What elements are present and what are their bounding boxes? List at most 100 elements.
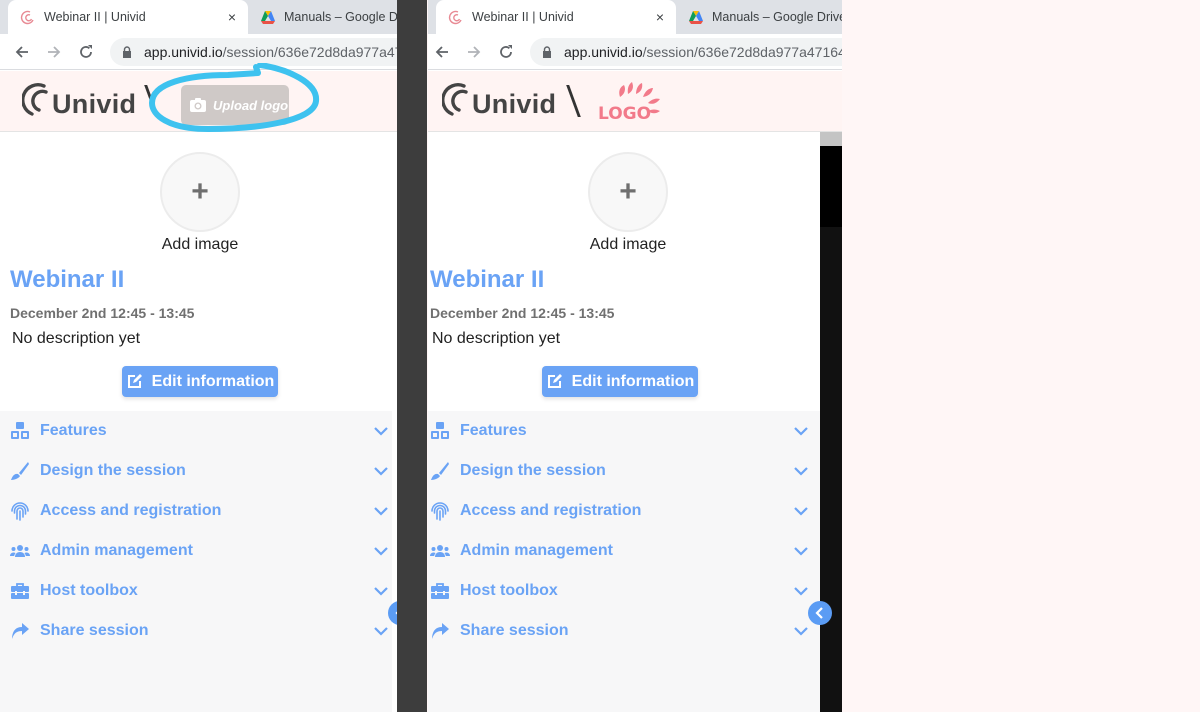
panel-before: Webinar II | Univid × Manuals – Google D…	[0, 0, 398, 712]
section-label: Access and registration	[460, 502, 642, 519]
reload-button[interactable]	[496, 42, 516, 62]
edit-icon	[127, 374, 142, 388]
chevron-down-icon[interactable]	[374, 546, 388, 556]
chevron-down-icon[interactable]	[794, 586, 808, 596]
chevron-down-icon[interactable]	[794, 546, 808, 556]
upload-logo-label: Upload logo	[213, 97, 289, 113]
brand-name: Univid	[52, 89, 137, 119]
chevron-down-icon[interactable]	[794, 506, 808, 516]
arrow-left-icon	[435, 46, 448, 58]
address-bar[interactable]: app.univid.io/session/636e72d8da977a47	[110, 38, 398, 66]
chevron-down-icon[interactable]	[794, 426, 808, 436]
custom-lotus-logo[interactable]: LOGO	[598, 79, 680, 123]
users-icon	[429, 540, 451, 562]
reload-icon	[80, 45, 92, 58]
share-icon	[9, 620, 31, 642]
back-button[interactable]	[432, 42, 452, 62]
section-features[interactable]: Features	[0, 411, 392, 451]
section-label: Design the session	[460, 462, 606, 479]
section-design[interactable]: Design the session	[428, 451, 820, 491]
edit-information-label: Edit information	[151, 372, 275, 390]
section-access[interactable]: Access and registration	[428, 491, 820, 531]
url-host: app.univid.io	[144, 44, 223, 60]
upload-logo-button[interactable]: Upload logo	[181, 85, 289, 125]
google-drive-icon	[689, 11, 703, 24]
tab-webinar[interactable]: Webinar II | Univid ×	[436, 0, 676, 34]
reload-button[interactable]	[76, 42, 96, 62]
arrow-right-icon	[48, 46, 61, 58]
section-share[interactable]: Share session	[428, 611, 820, 651]
section-label: Access and registration	[40, 502, 222, 519]
tab-google-drive[interactable]: Manuals – Google Drive	[680, 0, 842, 34]
paintbrush-icon	[9, 460, 31, 482]
session-date: December 2nd 12:45 - 13:45	[430, 305, 615, 321]
panel-divider	[397, 0, 427, 712]
collapse-sidebar-button[interactable]	[808, 601, 832, 625]
section-admin[interactable]: Admin management	[0, 531, 392, 571]
close-tab-icon[interactable]: ×	[228, 9, 236, 25]
session-sidebar: + Add image Webinar II December 2nd 12:4…	[428, 132, 820, 712]
app-header: Univid Upload logo	[0, 63, 398, 132]
session-title: Webinar II	[430, 266, 545, 293]
section-label: Features	[40, 422, 107, 439]
session-description: No description yet	[12, 330, 141, 347]
chevron-down-icon[interactable]	[374, 586, 388, 596]
chevron-down-icon[interactable]	[374, 466, 388, 476]
main-stage-preview	[820, 132, 842, 712]
section-share[interactable]: Share session	[0, 611, 392, 651]
chevron-down-icon[interactable]	[794, 626, 808, 636]
section-host-toolbox[interactable]: Host toolbox	[428, 571, 820, 611]
chevron-left-icon	[815, 607, 823, 619]
univid-logo[interactable]: Univid	[22, 80, 136, 120]
section-host-toolbox[interactable]: Host toolbox	[0, 571, 392, 611]
google-drive-icon	[261, 11, 275, 24]
add-image-button[interactable]: +	[160, 152, 240, 232]
chevron-down-icon[interactable]	[374, 626, 388, 636]
users-icon	[9, 540, 31, 562]
fingerprint-icon	[429, 500, 451, 522]
tab-title: Webinar II | Univid	[472, 10, 574, 24]
session-title: Webinar II	[10, 266, 125, 293]
arrow-left-icon	[15, 46, 28, 58]
session-sidebar: + Add image Webinar II December 2nd 12:4…	[0, 132, 392, 712]
url-path: /session/636e72d8da977a47164	[642, 44, 842, 60]
univid-logo[interactable]: Univid	[442, 80, 556, 120]
section-label: Share session	[460, 622, 569, 639]
add-image-label: Add image	[161, 236, 239, 253]
edit-information-button[interactable]: Edit information	[542, 366, 698, 397]
logo-separator	[144, 85, 159, 117]
forward-button[interactable]	[464, 42, 484, 62]
section-label: Admin management	[40, 542, 193, 559]
section-admin[interactable]: Admin management	[428, 531, 820, 571]
fingerprint-icon	[9, 500, 31, 522]
section-label: Design the session	[40, 462, 186, 479]
edit-information-button[interactable]: Edit information	[122, 366, 278, 397]
tab-strip: Webinar II | Univid × Manuals – Google D…	[428, 0, 842, 34]
settings-accordion: Features Design the session Access and r…	[0, 411, 392, 712]
section-label: Features	[460, 422, 527, 439]
close-tab-icon[interactable]: ×	[656, 9, 664, 25]
chevron-down-icon[interactable]	[374, 506, 388, 516]
tab-google-drive[interactable]: Manuals – Google Drive	[252, 0, 398, 34]
stage-topbar	[820, 132, 842, 146]
tab-webinar[interactable]: Webinar II | Univid ×	[8, 0, 248, 34]
toolbox-icon	[9, 580, 31, 602]
address-bar[interactable]: app.univid.io/session/636e72d8da977a4716…	[530, 38, 842, 66]
add-image-button[interactable]: +	[588, 152, 668, 232]
comparison-screenshot: Webinar II | Univid × Manuals – Google D…	[0, 0, 1200, 712]
chevron-down-icon[interactable]	[374, 426, 388, 436]
section-label: Share session	[40, 622, 149, 639]
url-host: app.univid.io	[564, 44, 643, 60]
section-design[interactable]: Design the session	[0, 451, 392, 491]
forward-button[interactable]	[44, 42, 64, 62]
add-image-label: Add image	[589, 236, 667, 253]
lock-icon	[123, 46, 131, 58]
chevron-down-icon[interactable]	[794, 466, 808, 476]
section-access[interactable]: Access and registration	[0, 491, 392, 531]
reload-icon	[500, 45, 512, 58]
edit-icon	[547, 374, 562, 388]
edit-information-label: Edit information	[571, 372, 695, 390]
section-features[interactable]: Features	[428, 411, 820, 451]
plus-icon: +	[619, 175, 637, 208]
back-button[interactable]	[12, 42, 32, 62]
